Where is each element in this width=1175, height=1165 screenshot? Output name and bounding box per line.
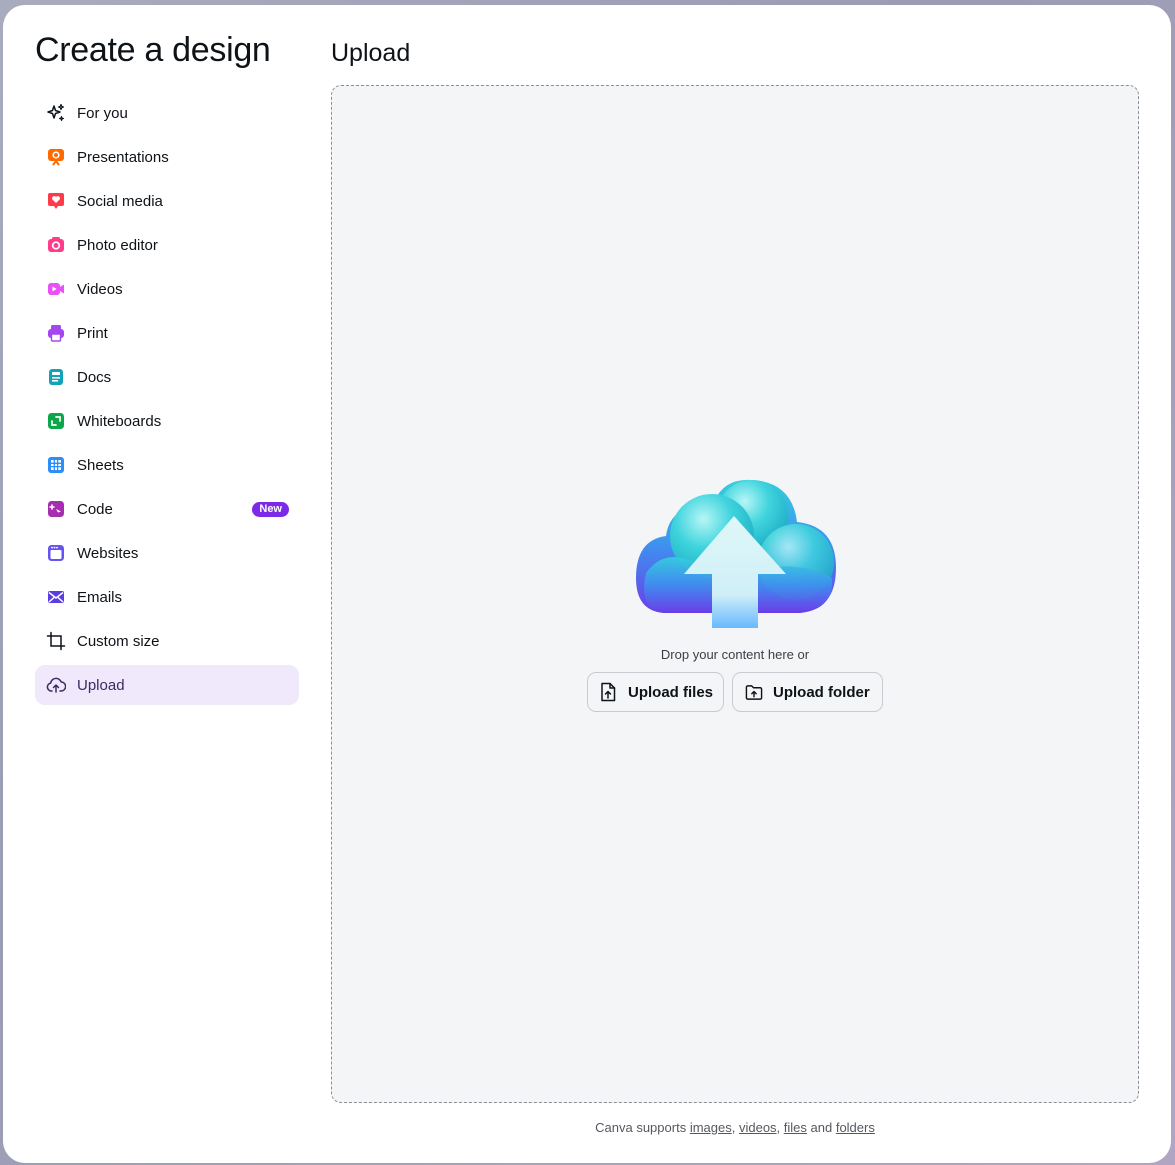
custom-size-icon [46,631,66,651]
sidebar-item-presentations[interactable]: Presentations [35,137,299,177]
sidebar-item-social-media[interactable]: Social media [35,181,299,221]
sidebar-item-label: Print [77,324,108,342]
sidebar-item-label: Docs [77,368,112,386]
sidebar-item-photo-editor[interactable]: Photo editor [35,225,299,265]
sidebar-item-emails[interactable]: Emails [35,577,299,617]
images-link[interactable]: images [690,1120,732,1135]
new-badge: New [252,502,289,517]
upload-folder-button[interactable]: Upload folder [732,672,883,712]
sidebar-item-custom-size[interactable]: Custom size [35,621,299,661]
upload-dropzone[interactable]: Drop your content here or Upload files U… [331,85,1139,1103]
sidebar-item-label: Upload [77,676,125,694]
sidebar-item-label: For you [77,104,128,122]
sidebar-item-label: Whiteboards [77,412,162,430]
sparkle-icon [46,103,66,123]
sidebar-item-label: Photo editor [77,236,158,254]
sheets-icon [46,455,66,475]
whiteboard-icon [46,411,66,431]
videos-link[interactable]: videos [739,1120,777,1135]
doc-icon [46,367,66,387]
sidebar-item-code[interactable]: Code New [35,489,299,529]
sidebar-item-label: Emails [77,588,123,606]
supported-formats-note: Canva supports images, videos, files and… [595,1120,875,1135]
sidebar-item-print[interactable]: Print [35,313,299,353]
file-upload-icon [600,682,618,702]
sidebar: Create a design For you Presentations So… [3,5,313,1163]
sidebar-item-label: Videos [77,280,123,298]
sidebar-item-websites[interactable]: Websites [35,533,299,573]
folder-upload-icon [745,682,763,702]
sidebar-nav: For you Presentations Social media Photo… [35,93,299,709]
create-design-dialog: Create a design For you Presentations So… [3,5,1171,1163]
email-icon [46,587,66,607]
page-title: Upload [331,39,411,67]
website-icon [46,543,66,563]
video-icon [46,279,66,299]
sidebar-item-label: Code [77,500,113,518]
sidebar-item-label: Social media [77,192,163,210]
sidebar-item-upload[interactable]: Upload [35,665,299,705]
camera-icon [46,235,66,255]
dialog-title: Create a design [35,31,271,69]
upload-cloud-illustration [636,479,836,628]
sidebar-item-whiteboards[interactable]: Whiteboards [35,401,299,441]
upload-files-button[interactable]: Upload files [587,672,724,712]
sidebar-item-docs[interactable]: Docs [35,357,299,397]
folders-link[interactable]: folders [836,1120,875,1135]
sidebar-item-label: Presentations [77,148,169,166]
sidebar-item-for-you[interactable]: For you [35,93,299,133]
sidebar-item-label: Custom size [77,632,160,650]
sidebar-item-videos[interactable]: Videos [35,269,299,309]
code-icon [46,499,66,519]
upload-cloud-icon [46,675,66,695]
presentation-icon [46,147,66,167]
sidebar-item-label: Websites [77,544,139,562]
heart-icon [46,191,66,211]
files-link[interactable]: files [784,1120,807,1135]
drop-instructions: Drop your content here or [660,647,810,662]
sidebar-item-sheets[interactable]: Sheets [35,445,299,485]
sidebar-item-label: Sheets [77,456,124,474]
printer-icon [46,323,66,343]
